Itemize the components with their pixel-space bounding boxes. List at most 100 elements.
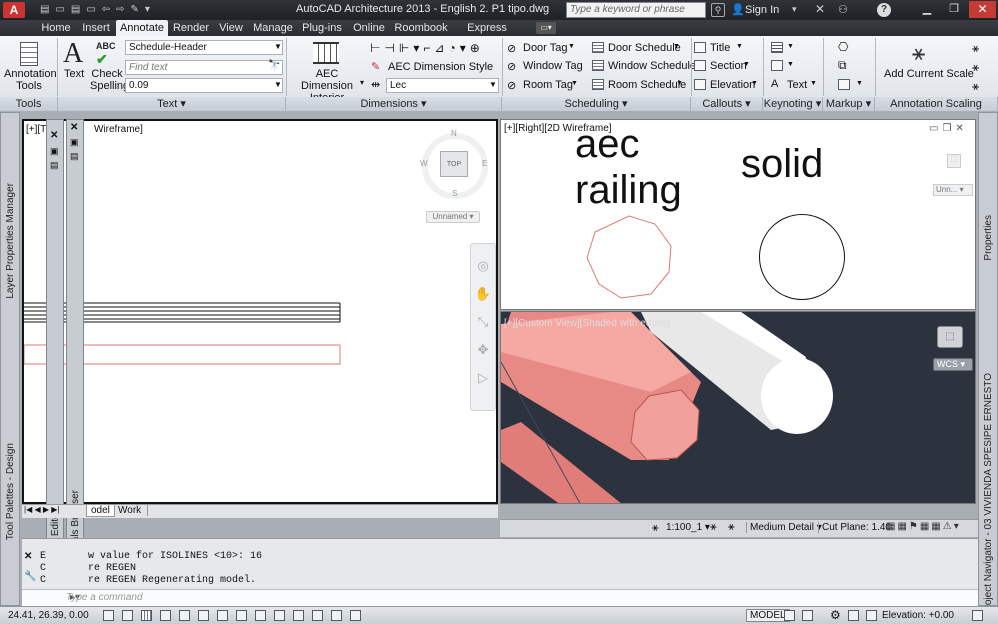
wrench-icon[interactable]: 🔧	[24, 571, 36, 582]
grid-display-icon[interactable]	[141, 610, 152, 621]
palette-menu-icon[interactable]: ▤	[50, 160, 59, 171]
chevron-down-icon[interactable]: ▼	[489, 80, 497, 89]
chevron-down-icon[interactable]: ▼	[810, 80, 817, 87]
door-tag-icon[interactable]: ⊘	[507, 42, 516, 55]
window-tag-button[interactable]: Window Tag	[523, 60, 583, 72]
tab-express-tools[interactable]: Express Tools	[454, 20, 520, 50]
close-button[interactable]: ✕	[969, 1, 996, 18]
annotation-scale-select[interactable]: 1:100_1 ▾	[666, 522, 710, 533]
aec-dimension-style-button[interactable]: AEC Dimension Style	[388, 61, 493, 73]
compass-e[interactable]: E	[482, 159, 487, 168]
snap-mode-icon[interactable]	[122, 610, 133, 621]
annotation-tools-icon[interactable]	[20, 42, 38, 66]
chevron-down-icon[interactable]: ▼	[751, 80, 758, 87]
tab-online[interactable]: Online	[351, 20, 387, 36]
minimize-button[interactable]: ▁	[915, 2, 939, 17]
hardware-accel-icon[interactable]	[866, 610, 877, 621]
search-box[interactable]: Type a keyword or phrase	[566, 2, 706, 18]
chevron-down-icon[interactable]: ▼	[568, 43, 575, 50]
panel-keynoting-label[interactable]: Keynoting ▾	[763, 97, 823, 111]
tab-annotate[interactable]: Annotate	[116, 20, 168, 36]
tab-roombook[interactable]: Roombook	[394, 20, 448, 36]
chevron-down-icon[interactable]: ▼	[856, 80, 863, 87]
quick-properties-icon[interactable]	[331, 610, 342, 621]
text-height-select[interactable]: 0.09	[125, 78, 283, 93]
viewcube-mini[interactable]: ⬚	[947, 154, 961, 168]
annotation-visibility-icon[interactable]: ⚹	[710, 521, 717, 534]
chevron-down-icon[interactable]: ▼	[743, 61, 750, 68]
coordinates-readout[interactable]: 24.41, 26.39, 0.00	[8, 610, 89, 621]
chevron-down-icon[interactable]: ▼	[274, 42, 282, 51]
layout-tab-model[interactable]: odel	[86, 505, 115, 517]
tab-render[interactable]: Render	[172, 20, 210, 36]
selection-cycling-icon[interactable]	[350, 610, 361, 621]
panel-dimensions-label[interactable]: Dimensions ▾	[286, 97, 502, 111]
viewport-top-label[interactable]: [+][T	[26, 124, 46, 135]
section-mark-icon[interactable]	[694, 60, 706, 71]
find-text-icon[interactable]: 🔭	[268, 60, 280, 71]
close-icon[interactable]: ✕	[70, 122, 78, 133]
help-icon[interactable]: ?	[877, 3, 891, 17]
wcs-menu[interactable]: WCS ▾	[933, 358, 973, 371]
section-mark-button[interactable]: Section	[710, 60, 747, 72]
viewport-right[interactable]: [+][Right][2D Wireframe] ▭❐✕ aec railing…	[500, 119, 976, 310]
infer-constraints-icon[interactable]	[103, 610, 114, 621]
maximize-button[interactable]: ❐	[942, 2, 966, 17]
chevron-down-icon[interactable]: ▼	[736, 43, 743, 50]
viewport-top[interactable]: [+][T Wireframe] N S W E TOP Unnamed ▾ ◎…	[22, 119, 498, 504]
chevron-down-icon[interactable]: ▼	[787, 61, 794, 68]
panel-text-label[interactable]: Text ▾	[58, 97, 286, 111]
dimension-layer-select[interactable]: Lec	[386, 78, 499, 93]
door-tag-button[interactable]: Door Tag	[523, 42, 567, 54]
chevron-down-icon[interactable]: ▼	[676, 80, 683, 87]
text-icon[interactable]: A	[63, 38, 83, 70]
signin-link[interactable]: Sign In	[745, 4, 779, 16]
quick-view-layouts-icon[interactable]	[784, 610, 795, 621]
search-icon[interactable]: ⚲	[711, 3, 725, 17]
layer-isolate-icon[interactable]	[848, 610, 859, 621]
elevation-readout[interactable]: Elevation: +0.00	[882, 610, 954, 621]
tab-insert[interactable]: Insert	[78, 20, 114, 36]
compass-s[interactable]: S	[452, 189, 457, 198]
cut-plane-value[interactable]: Cut Plane: 1.40	[818, 522, 891, 533]
clean-screen-icon[interactable]	[972, 610, 983, 621]
chevron-down-icon[interactable]: ▾	[360, 78, 364, 87]
layout-tab-work[interactable]: Work	[112, 505, 149, 516]
chevron-down-icon[interactable]: ▼	[571, 80, 578, 87]
dimension-style-icon[interactable]: ✎	[371, 60, 380, 73]
navigation-bar[interactable]: ◎ ✋ ⤡ ✥ ▷	[470, 243, 496, 411]
chevron-down-icon[interactable]: ▼	[787, 43, 794, 50]
signin-icon[interactable]: 👤	[731, 3, 745, 16]
app-menu-button[interactable]: A	[3, 2, 25, 18]
workspace-icon[interactable]: ⚙	[830, 608, 841, 622]
properties-tab[interactable]: Properties	[983, 215, 994, 261]
scale-list-icon[interactable]: ⚹	[972, 41, 979, 56]
command-input[interactable]: Type a command	[66, 592, 143, 603]
keynote-insert-icon[interactable]	[771, 60, 783, 71]
panel-tools-label[interactable]: Tools	[0, 97, 58, 111]
viewport-controls[interactable]: ▭❐✕	[929, 123, 968, 134]
object-snap-icon[interactable]	[198, 610, 209, 621]
room-schedule-button[interactable]: Room Schedule	[608, 79, 686, 91]
chevron-down-icon[interactable]: ▼	[673, 43, 680, 50]
palette-props-icon[interactable]: ▣	[70, 137, 79, 148]
room-schedule-icon[interactable]	[592, 79, 604, 90]
dimension-layer-icon[interactable]: ⇹	[371, 78, 380, 91]
signin-dropdown-icon[interactable]: ▾	[792, 4, 797, 15]
lineweight-icon[interactable]	[293, 610, 304, 621]
panel-callouts-label[interactable]: Callouts ▾	[691, 97, 763, 111]
window-schedule-icon[interactable]	[592, 60, 604, 71]
layout-nav-first[interactable]: |◀ ◀ ▶ ▶|	[24, 505, 59, 514]
tab-manage[interactable]: Manage	[252, 20, 294, 36]
aec-dimension-icon[interactable]	[313, 42, 339, 64]
title-mark-icon[interactable]	[694, 42, 706, 53]
annotation-tools-button[interactable]: Annotation Tools	[4, 68, 57, 92]
palette-menu-icon[interactable]: ▤	[70, 151, 79, 162]
keynote-legend-icon[interactable]	[771, 42, 783, 53]
polar-tracking-icon[interactable]	[179, 610, 190, 621]
linear-dimension-icon[interactable]: ⊢⊣⊩▾⌐⊿◔▾⊕	[370, 41, 484, 55]
ucs-menu[interactable]: Unn... ▾	[933, 184, 973, 196]
viewcube-3d[interactable]: ⬚	[937, 326, 963, 348]
text-style-select[interactable]: Schedule-Header	[125, 40, 283, 55]
transparency-icon[interactable]	[312, 610, 323, 621]
